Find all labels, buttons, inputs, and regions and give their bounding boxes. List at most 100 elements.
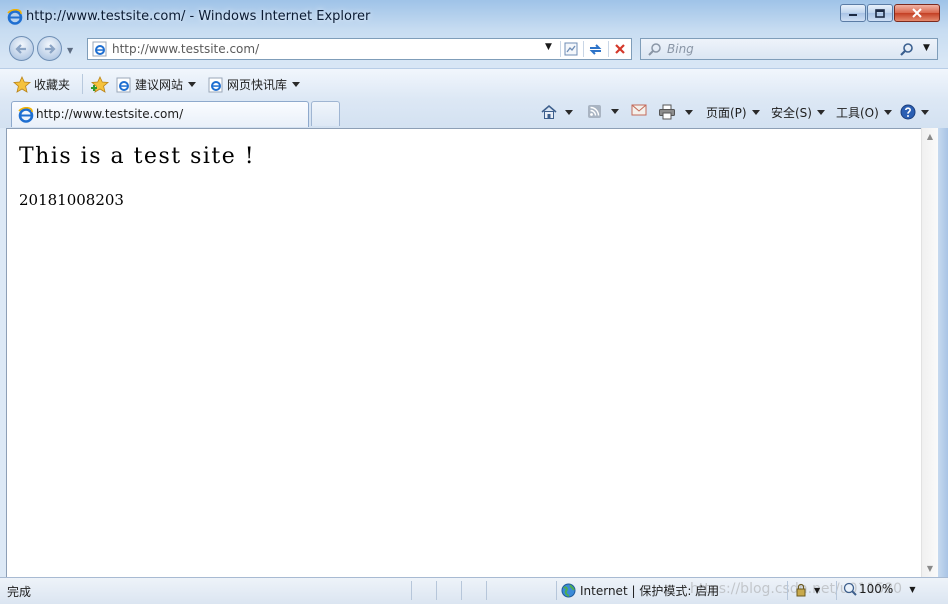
read-mail-button[interactable] bbox=[631, 104, 647, 116]
status-divider bbox=[787, 581, 788, 600]
status-divider bbox=[411, 581, 412, 600]
address-bar[interactable]: http://www.testsite.com/ ▼ bbox=[87, 38, 632, 60]
chevron-down-icon bbox=[921, 109, 929, 115]
favorites-button[interactable]: 收藏夹 bbox=[13, 76, 70, 93]
print-button[interactable] bbox=[658, 104, 693, 120]
maximize-icon bbox=[875, 8, 885, 18]
refresh-button[interactable] bbox=[585, 41, 605, 57]
chevron-down-icon bbox=[883, 110, 892, 115]
search-placeholder[interactable]: Bing bbox=[667, 42, 694, 56]
mail-icon bbox=[631, 104, 647, 116]
tab-title: http://www.testsite.com/ bbox=[36, 107, 184, 121]
chevron-down-icon[interactable] bbox=[565, 109, 573, 115]
status-text: 完成 bbox=[7, 585, 32, 599]
globe-icon bbox=[561, 583, 576, 598]
favorites-label: 收藏夹 bbox=[34, 78, 71, 92]
page-menu-label: 页面(P) bbox=[706, 106, 747, 120]
tab-active[interactable]: http://www.testsite.com/ bbox=[11, 101, 309, 127]
status-divider bbox=[461, 581, 462, 600]
help-icon bbox=[900, 104, 916, 120]
safety-menu-label: 安全(S) bbox=[771, 106, 812, 120]
chevron-down-icon bbox=[751, 110, 760, 115]
tools-menu-label: 工具(O) bbox=[836, 106, 879, 120]
status-divider bbox=[436, 581, 437, 600]
suggested-sites-button[interactable]: 建议网站 bbox=[116, 76, 197, 93]
compatibility-view-button[interactable] bbox=[561, 41, 581, 57]
title-bar[interactable]: http://www.testsite.com/ - Windows Inter… bbox=[0, 0, 948, 32]
chevron-down-icon bbox=[188, 82, 197, 87]
favorites-divider bbox=[82, 74, 83, 94]
page-text: 20181008203 bbox=[19, 191, 124, 209]
chevron-down-icon: ▼ bbox=[909, 584, 916, 594]
search-box[interactable]: Bing ▼ bbox=[640, 38, 938, 60]
zoom-icon bbox=[843, 582, 857, 596]
close-window-button[interactable] bbox=[894, 4, 940, 22]
help-button[interactable] bbox=[900, 104, 929, 120]
page-content: This is a test site ! 20181008203 bbox=[6, 128, 921, 577]
web-slice-gallery-button[interactable]: 网页快讯库 bbox=[208, 76, 301, 93]
search-provider-icon bbox=[648, 43, 661, 56]
back-button[interactable] bbox=[9, 36, 34, 61]
chevron-down-icon[interactable] bbox=[685, 109, 693, 115]
maximize-button[interactable] bbox=[867, 4, 893, 22]
chevron-down-icon bbox=[292, 82, 301, 87]
scroll-up-icon[interactable]: ▲ bbox=[922, 128, 938, 145]
address-divider bbox=[583, 41, 584, 57]
stop-button[interactable] bbox=[610, 41, 630, 57]
status-divider bbox=[486, 581, 487, 600]
ie-window: http://www.testsite.com/ - Windows Inter… bbox=[0, 0, 948, 604]
zoom-level: 100% bbox=[859, 582, 894, 596]
new-tab-button[interactable] bbox=[311, 101, 340, 126]
security-zone[interactable]: Internet | 保护模式: 启用 bbox=[561, 582, 719, 599]
status-divider bbox=[556, 581, 557, 600]
ie-page-icon bbox=[116, 77, 132, 93]
address-dropdown-icon[interactable]: ▼ bbox=[545, 42, 552, 52]
page-icon bbox=[92, 41, 108, 57]
search-icon[interactable] bbox=[900, 42, 915, 57]
compatibility-view-icon bbox=[564, 42, 578, 56]
refresh-icon bbox=[589, 43, 601, 55]
page-menu[interactable]: 页面(P) bbox=[706, 104, 760, 121]
window-title: http://www.testsite.com/ - Windows Inter… bbox=[26, 9, 371, 24]
recent-pages-dropdown-icon[interactable]: ▼ bbox=[67, 46, 73, 55]
lock-icon bbox=[796, 583, 806, 597]
protected-mode-button[interactable]: ▼ bbox=[794, 583, 820, 597]
minimize-icon bbox=[849, 14, 857, 16]
chevron-down-icon[interactable] bbox=[611, 109, 619, 114]
feeds-button[interactable] bbox=[587, 104, 619, 119]
search-options-dropdown-icon[interactable]: ▼ bbox=[923, 43, 930, 53]
zoom-control[interactable]: 100% ▼ bbox=[843, 582, 915, 596]
forward-button[interactable] bbox=[37, 36, 62, 61]
close-icon bbox=[912, 8, 922, 18]
page-heading: This is a test site ! bbox=[19, 144, 256, 169]
tools-menu[interactable]: 工具(O) bbox=[836, 104, 892, 121]
address-url[interactable]: http://www.testsite.com/ bbox=[112, 42, 259, 56]
add-favorite-icon bbox=[91, 76, 109, 93]
navigation-bar: ▼ http://www.testsite.com/ ▼ Bing ▼ bbox=[0, 33, 948, 65]
printer-icon bbox=[659, 104, 675, 120]
home-icon bbox=[541, 104, 557, 119]
window-frame-edge bbox=[938, 128, 948, 577]
rss-feed-icon bbox=[588, 105, 601, 118]
minimize-button[interactable] bbox=[840, 4, 866, 22]
security-zone-label: Internet | 保护模式: 启用 bbox=[580, 584, 720, 598]
chevron-down-icon: ▼ bbox=[814, 585, 821, 595]
tab-bar: http://www.testsite.com/ 页面(P) 安全(S) 工具(… bbox=[0, 98, 948, 128]
status-bar: 完成 https://blog.csdn.net/u011580 Interne… bbox=[0, 577, 948, 604]
ie-page-icon bbox=[208, 77, 224, 93]
stop-icon bbox=[615, 44, 625, 54]
ie-logo-icon bbox=[18, 107, 34, 123]
favorites-bar: 收藏夹 建议网站 网页快讯库 bbox=[0, 68, 948, 99]
favorites-star-icon bbox=[13, 76, 31, 93]
vertical-scrollbar[interactable]: ▲ ▼ bbox=[921, 128, 938, 577]
status-divider bbox=[836, 581, 837, 600]
add-to-favorites-bar-button[interactable] bbox=[90, 76, 109, 93]
chevron-down-icon bbox=[816, 110, 825, 115]
safety-menu[interactable]: 安全(S) bbox=[771, 104, 825, 121]
home-button[interactable] bbox=[540, 104, 573, 120]
scroll-down-icon[interactable]: ▼ bbox=[922, 560, 938, 577]
forward-arrow-icon bbox=[45, 43, 56, 54]
back-arrow-icon bbox=[15, 43, 26, 54]
ie-logo-icon bbox=[7, 9, 23, 25]
address-divider bbox=[608, 41, 609, 57]
